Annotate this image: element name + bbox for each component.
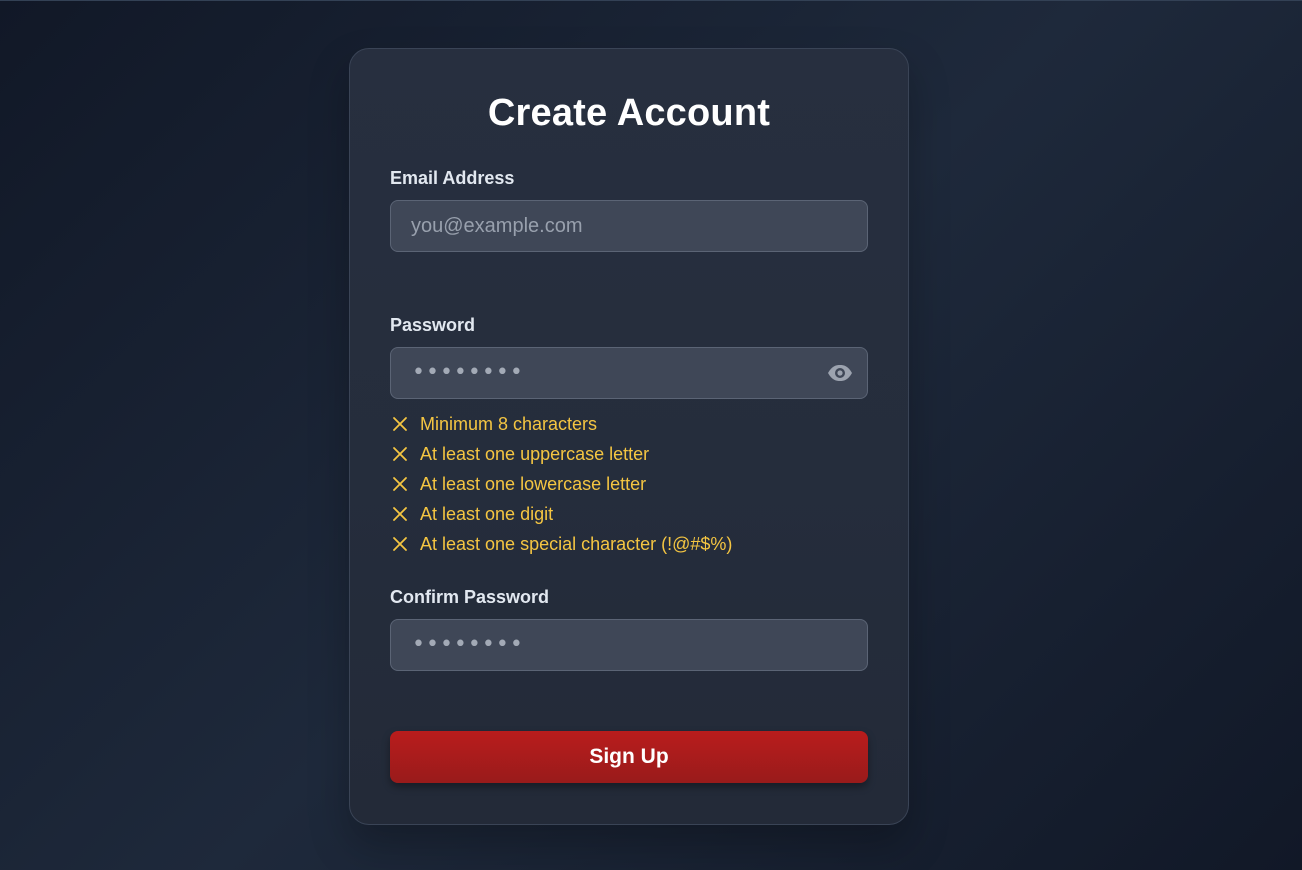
requirement-text: At least one special character (!@#$%) [420, 533, 733, 554]
email-field-wrapper [390, 200, 868, 252]
requirement-text: At least one digit [420, 503, 554, 524]
password-requirements-list: Minimum 8 characters At least one upperc… [390, 409, 732, 559]
requirement-text: Minimum 8 characters [420, 413, 598, 434]
password-label: Password [390, 315, 476, 335]
confirm-password-masked-value: •••••••• [412, 632, 524, 657]
signup-card: Create Account Email Address Password ••… [349, 48, 909, 825]
requirement-item: At least one digit [390, 499, 732, 529]
requirement-text: At least one uppercase letter [420, 443, 650, 464]
confirm-password-field[interactable]: •••••••• [390, 619, 868, 671]
password-field[interactable]: •••••••• [390, 347, 868, 399]
x-icon [390, 474, 410, 494]
requirement-item: At least one uppercase letter [390, 439, 732, 469]
x-icon [390, 534, 410, 554]
confirm-password-label: Confirm Password [390, 587, 550, 607]
requirement-text: At least one lowercase letter [420, 473, 647, 494]
x-icon [390, 414, 410, 434]
sign-up-button[interactable]: Sign Up [390, 731, 868, 783]
email-input[interactable] [391, 201, 867, 251]
password-masked-value: •••••••• [412, 360, 524, 385]
requirement-item: At least one lowercase letter [390, 469, 732, 499]
page-title: Create Account [487, 92, 771, 134]
x-icon [390, 444, 410, 464]
email-label: Email Address [390, 168, 515, 188]
requirement-item: At least one special character (!@#$%) [390, 529, 732, 559]
eye-icon[interactable] [827, 362, 853, 384]
x-icon [390, 504, 410, 524]
requirement-item: Minimum 8 characters [390, 409, 732, 439]
